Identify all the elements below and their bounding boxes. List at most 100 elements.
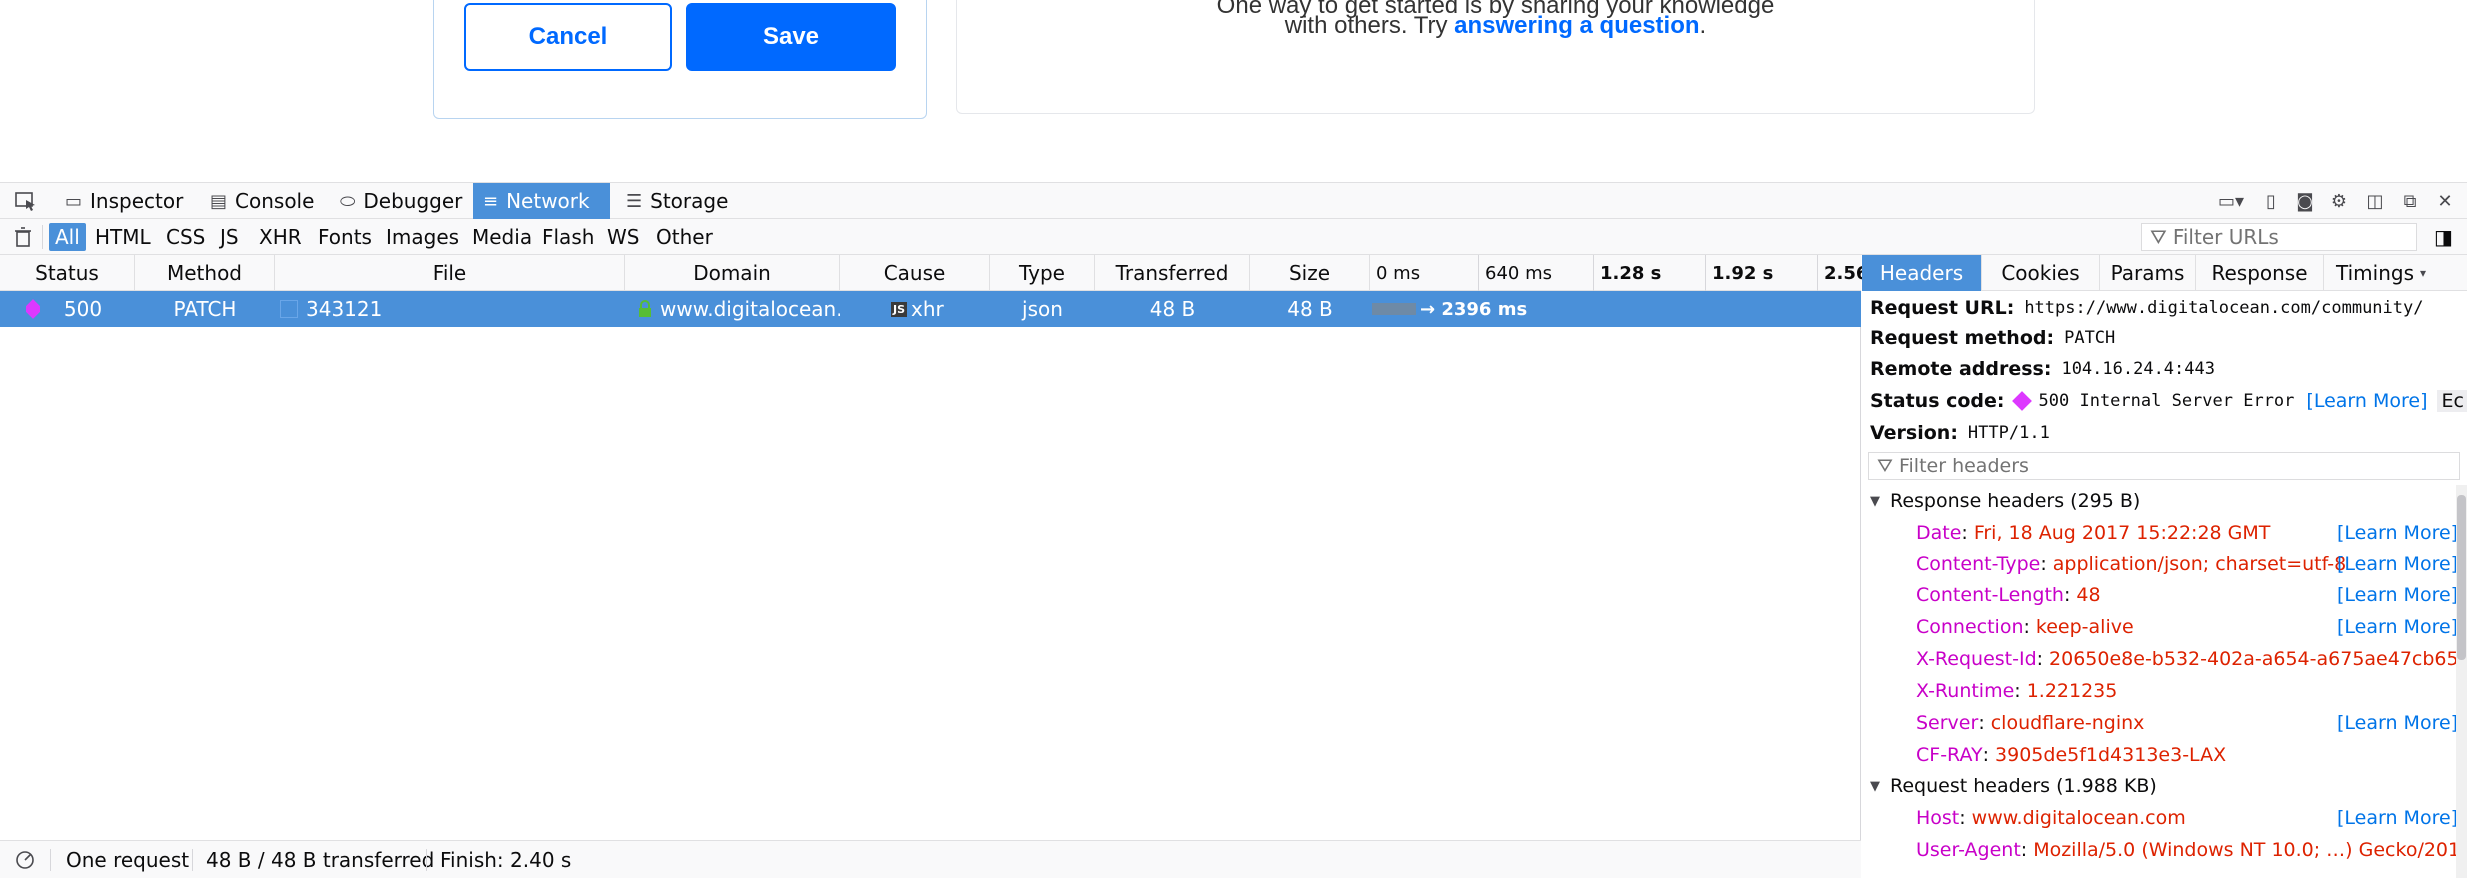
row-cause: xhr [911, 297, 944, 321]
filter-images[interactable]: Images [380, 223, 465, 251]
learn-more-link[interactable]: [Learn More] [2337, 708, 2458, 738]
header-row[interactable]: Host: www.digitalocean.com [1916, 803, 2186, 833]
filter-urls-input[interactable]: ⛛ Filter URLs [2141, 223, 2417, 251]
table-row[interactable]: 500 PATCH 343121 www.digitalocean... JS … [0, 291, 1861, 327]
filter-css[interactable]: CSS [160, 223, 211, 251]
tab-console[interactable]: ▤ Console [200, 183, 324, 219]
header-row[interactable]: Date: Fri, 18 Aug 2017 15:22:28 GMT [1916, 518, 2270, 548]
mobile-icon[interactable]: ▯ [2254, 183, 2288, 219]
column-method[interactable]: Method [135, 255, 275, 291]
column-transferred[interactable]: Transferred [1095, 255, 1250, 291]
filter-media[interactable]: Media [466, 223, 538, 251]
scrollbar-thumb[interactable] [2457, 495, 2466, 660]
header-row[interactable]: Server: cloudflare-nginx [1916, 708, 2144, 738]
tab-params[interactable]: Params [2100, 255, 2196, 291]
filter-funnel-icon: ⛛ [2150, 225, 2167, 249]
tab-timings[interactable]: Timings ▾ [2324, 255, 2467, 291]
summary-url-label: Request URL: [1870, 297, 2015, 319]
filter-flash[interactable]: Flash [536, 223, 600, 251]
header-colon: : [2040, 553, 2047, 575]
learn-more-link[interactable]: [Learn More] [2337, 518, 2458, 548]
filter-js[interactable]: JS [214, 223, 245, 251]
header-colon: : [2014, 680, 2021, 702]
filter-ws[interactable]: WS [601, 223, 645, 251]
chevron-down-icon[interactable]: ▾ [2420, 266, 2426, 280]
summary-remote-label: Remote address: [1870, 358, 2052, 380]
tab-response[interactable]: Response [2196, 255, 2324, 291]
tab-inspector[interactable]: ▭ Inspector [55, 183, 193, 219]
filter-urls-placeholder: Filter URLs [2172, 225, 2279, 249]
filter-other[interactable]: Other [650, 223, 719, 251]
header-value: keep-alive [2035, 616, 2134, 638]
request-headers-section[interactable]: ▼ Request headers (1.988 KB) [1862, 771, 2467, 801]
edit-resend-button[interactable]: Ec [2437, 390, 2467, 412]
save-button[interactable]: Save [686, 3, 896, 71]
tab-storage[interactable]: ☰ Storage [616, 183, 738, 219]
filter-fonts[interactable]: Fonts [312, 223, 378, 251]
screenshot-icon[interactable]: ◙ [2288, 183, 2322, 219]
filter-html[interactable]: HTML [89, 223, 157, 251]
header-row[interactable]: X-Request-Id:20650e8e-b532-402a-a654-a67… [1916, 644, 2459, 674]
response-headers-section[interactable]: ▼ Response headers (295 B) [1862, 486, 2467, 516]
header-name: Server [1916, 712, 1979, 734]
header-value: Fri, 18 Aug 2017 15:22:28 GMT [1973, 522, 2271, 544]
row-type: json [1022, 297, 1063, 321]
separator [50, 849, 51, 871]
header-name: CF-RAY [1916, 744, 1983, 766]
answering-question-link[interactable]: answering a question [1454, 12, 1699, 39]
tab-network[interactable]: ≡ Network [473, 183, 610, 219]
column-type[interactable]: Type [990, 255, 1095, 291]
waterfall-tick: 0 ms [1376, 262, 1421, 284]
header-row[interactable]: X-Runtime:1.221235 [1916, 676, 2117, 706]
column-status[interactable]: Status [0, 255, 135, 291]
filter-headers-input[interactable]: ⛛ Filter headers [1868, 452, 2460, 480]
settings-gear-icon[interactable]: ⚙ [2322, 183, 2356, 219]
toggle-sidebar-icon[interactable]: ◨ [2428, 223, 2459, 251]
info-text-suffix: . [1699, 12, 1707, 39]
learn-more-link[interactable]: [Learn More] [2337, 549, 2458, 579]
header-row[interactable]: Content-Type: application/json; charset=u… [1916, 549, 2346, 579]
filter-all[interactable]: All [49, 223, 86, 251]
row-transferred: 48 B [1149, 297, 1196, 321]
storage-icon: ☰ [626, 190, 643, 212]
clear-trash-icon[interactable] [8, 223, 38, 251]
header-name: X-Request-Id [1916, 648, 2037, 670]
headers-scrollbar[interactable] [2456, 485, 2467, 878]
header-row[interactable]: Connection: keep-alive [1916, 612, 2134, 642]
tab-storage-label: Storage [650, 189, 729, 213]
tab-console-label: Console [235, 189, 315, 213]
web-page-area: Cancel Save One way to get started is by… [0, 0, 2467, 182]
row-domain: www.digitalocean... [660, 297, 840, 321]
filter-xhr[interactable]: XHR [253, 223, 308, 251]
learn-more-link[interactable]: [Learn More] [2337, 612, 2458, 642]
tab-headers[interactable]: Headers [1862, 255, 1982, 291]
header-colon: : [1982, 744, 1990, 766]
column-size[interactable]: Size [1250, 255, 1370, 291]
cancel-button[interactable]: Cancel [464, 3, 672, 71]
column-domain[interactable]: Domain [625, 255, 840, 291]
status-indicator-icon [2011, 391, 2032, 411]
waterfall-tick: 640 ms [1478, 255, 1593, 291]
info-card: One way to get started is by sharing you… [956, 0, 2035, 114]
separate-window-icon[interactable]: ⧉ [2393, 183, 2427, 219]
status-learn-more-link[interactable]: [Learn More] [2306, 390, 2427, 412]
header-colon: : [2063, 584, 2071, 606]
header-name: Content-Length [1916, 584, 2064, 606]
performance-icon[interactable] [14, 841, 36, 879]
waterfall-tick: 1.28 s [1593, 255, 1705, 291]
learn-more-link[interactable]: [Learn More] [2337, 580, 2458, 610]
header-row[interactable]: User-Agent: Mozilla/5.0 (Windows NT 10.0;… [1916, 835, 2467, 865]
header-row[interactable]: CF-RAY:3905de5f1d4313e3-LAX [1916, 740, 2226, 770]
column-file[interactable]: File [275, 255, 625, 291]
tab-debugger[interactable]: ⬭ Debugger [330, 183, 472, 219]
learn-more-link[interactable]: [Learn More] [2337, 803, 2458, 833]
close-icon[interactable]: ✕ [2428, 183, 2462, 219]
tab-cookies[interactable]: Cookies [1982, 255, 2100, 291]
responsive-mode-icon[interactable]: ▭▾ [2208, 183, 2254, 219]
request-count: One request [66, 848, 190, 872]
column-cause[interactable]: Cause [840, 255, 990, 291]
element-picker-icon[interactable] [4, 183, 48, 219]
header-name: Connection [1916, 616, 2024, 638]
header-row[interactable]: Content-Length:48 [1916, 580, 2101, 610]
dock-side-icon[interactable]: ◫ [2358, 183, 2392, 219]
